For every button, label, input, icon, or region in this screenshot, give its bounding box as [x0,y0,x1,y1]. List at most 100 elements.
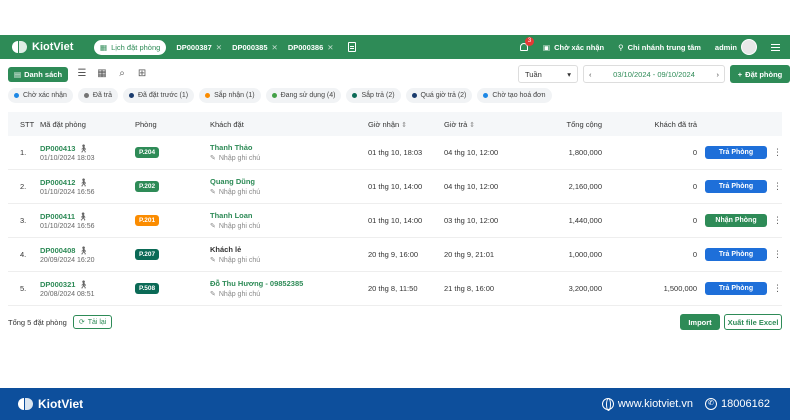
more-options-icon[interactable]: ⋮ [773,283,782,294]
filter-chip[interactable]: Quá giờ trả (2) [405,88,473,103]
website-link[interactable]: www.kiotviet.vn [601,398,694,411]
search-icon[interactable]: ⌕ [116,68,128,80]
notification-bell-icon[interactable]: 3 [519,37,535,52]
row-action-button[interactable]: Trả Phòng [705,248,767,261]
guest-name[interactable]: Thanh Loan [210,211,368,220]
document-icon[interactable] [347,42,356,52]
filter-chip[interactable]: Chờ xác nhận [8,88,73,103]
note-placeholder: Nhập ghi chú [218,290,261,298]
guest-name[interactable]: Khách lẻ [210,245,368,254]
booking-code-link[interactable]: DP000413 [40,144,75,153]
note-input[interactable]: ✎ Nhập ghi chú [210,188,368,197]
checkin-time: 01 thg 10, 14:00 [368,216,423,225]
filter-chip[interactable]: Đã trả [77,88,118,103]
room-cell: P.204 [135,147,210,158]
guest-name[interactable]: Quang Dũng [210,177,368,186]
guest-name[interactable]: Thanh Thảo [210,143,368,152]
qr-icon[interactable]: ⊞ [136,68,148,80]
room-badge: P.201 [135,215,160,226]
filter-chip[interactable]: Sắp trả (2) [346,88,401,103]
row-action-button[interactable]: Trả Phòng [705,180,767,193]
walking-person-icon: 🚶︎ [78,245,89,255]
total-amount: 2,160,000 [568,182,602,191]
calendar-icon: ▦ [100,42,108,52]
col-code: Mã đặt phòng [40,119,86,129]
brand-logo[interactable]: KiotViet [12,39,82,55]
reload-label: Tải lại [87,318,107,326]
notification-badge: 3 [525,37,535,46]
chevron-right-icon[interactable]: › [717,70,720,79]
grid-icon[interactable]: ▦ [96,68,108,80]
booking-code-link[interactable]: DP000408 [40,246,75,255]
close-icon[interactable]: ✕ [327,43,333,52]
filter-chip[interactable]: Đã đặt trước (1) [122,88,195,103]
more-options-icon[interactable]: ⋮ [773,181,782,192]
note-input[interactable]: ✎ Nhập ghi chú [210,154,368,163]
more-options-icon[interactable]: ⋮ [773,147,782,158]
booking-code-link[interactable]: DP000321 [40,280,75,289]
actions-cell: Trả Phòng ⋮ [697,180,782,193]
col-checkout[interactable]: Giờ trả ⇕ [444,120,540,129]
filter-chip[interactable]: Sắp nhận (1) [199,88,261,103]
guest-cell: Quang Dũng ✎ Nhập ghi chú [210,177,368,196]
actions-cell: Trả Phòng ⋮ [697,146,782,159]
row-action-button[interactable]: Trả Phòng [705,282,767,295]
list-view-label: Danh sách [24,69,63,79]
table-header: STT Mã đặt phòng Phòng Khách đặt Giờ nhậ… [8,112,782,136]
booking-code-cell: DP000408 🚶︎ 20/09/2024 16:20 [40,246,135,264]
note-placeholder: Nhập ghi chú [218,222,261,230]
room-badge: P.508 [135,283,160,294]
export-excel-button[interactable]: Xuất file Excel [724,314,782,330]
row-action-button[interactable]: Trả Phòng [705,146,767,159]
banner-logo: KiotViet [18,396,108,412]
list-icon[interactable]: ☰ [76,68,88,80]
tab-dp000385[interactable]: DP000385 ✕ [232,43,278,52]
row-action-button[interactable]: Nhận Phòng [705,214,767,227]
actions-cell: Trả Phòng ⋮ [697,282,782,295]
list-view-button[interactable]: ▤ Danh sách [8,66,69,82]
website-text: www.kiotviet.vn [617,398,694,410]
tab-booking-calendar[interactable]: ▦ Lịch đặt phòng [94,39,167,55]
branch-selector[interactable]: ⚲ Chi nhánh trung tâm [618,43,701,52]
table-row[interactable]: 2. DP000412 🚶︎ 01/10/2024 16:56 P.202 Qua… [8,170,782,204]
col-paid: Khách đã trả [654,119,697,129]
close-icon[interactable]: ✕ [216,43,222,52]
booking-code-link[interactable]: DP000412 [40,178,75,187]
filter-chip[interactable]: Đang sử dụng (4) [265,88,342,103]
reload-button[interactable]: ⟳ Tải lại [72,315,113,329]
note-input[interactable]: ✎ Nhập ghi chú [210,256,368,265]
col-checkin-label: Giờ nhận [368,119,400,129]
table-row[interactable]: 5. DP000321 🚶︎ 20/08/2024 08:51 P.508 Đỗ … [8,272,782,306]
user-menu[interactable]: admin [715,39,757,55]
table-footer: Tổng 5 đặt phòng ⟳ Tải lại Import Xuất f… [8,313,782,331]
hamburger-menu-icon[interactable] [771,43,780,51]
chevron-left-icon[interactable]: ‹ [589,70,592,79]
checkin-time: 01 thg 10, 14:00 [368,182,423,191]
table-row[interactable]: 4. DP000408 🚶︎ 20/09/2024 16:20 P.207 Khá… [8,238,782,272]
more-options-icon[interactable]: ⋮ [773,215,782,226]
tab-dp000387[interactable]: DP000387 ✕ [176,43,222,52]
caret-down-icon: ▾ [567,69,571,79]
note-placeholder: Nhập ghi chú [218,188,261,196]
pending-confirmation-link[interactable]: ▣ Chờ xác nhận [543,43,604,52]
import-button[interactable]: Import [680,314,720,330]
col-checkin[interactable]: Giờ nhận ⇕ [368,120,444,129]
booking-date: 20/09/2024 16:20 [40,256,95,264]
period-select[interactable]: Tuần ▾ [518,65,578,83]
hotline-link[interactable]: ✆ 18006162 [705,398,770,410]
walking-person-icon: 🚶︎ [78,143,89,153]
add-booking-button[interactable]: + Đặt phòng [730,65,790,83]
table-row[interactable]: 3. DP000411 🚶︎ 01/10/2024 16:56 P.201 Tha… [8,204,782,238]
room-cell: P.201 [135,215,210,226]
date-range-picker[interactable]: ‹ 03/10/2024 - 09/10/2024 › [583,65,725,83]
note-input[interactable]: ✎ Nhập ghi chú [210,222,368,231]
guest-name[interactable]: Đỗ Thu Hương - 09852385 [210,279,368,288]
more-options-icon[interactable]: ⋮ [773,249,782,260]
filter-chip[interactable]: Chờ tạo hoá đơn [477,88,552,103]
tab-dp000386[interactable]: DP000386 ✕ [288,43,334,52]
table-row[interactable]: 1. DP000413 🚶︎ 01/10/2024 18:03 P.204 Tha… [8,136,782,170]
booking-code-link[interactable]: DP000411 [40,212,75,221]
filter-label: Đã đặt trước (1) [137,92,189,99]
close-icon[interactable]: ✕ [272,43,278,52]
note-input[interactable]: ✎ Nhập ghi chú [210,290,368,299]
